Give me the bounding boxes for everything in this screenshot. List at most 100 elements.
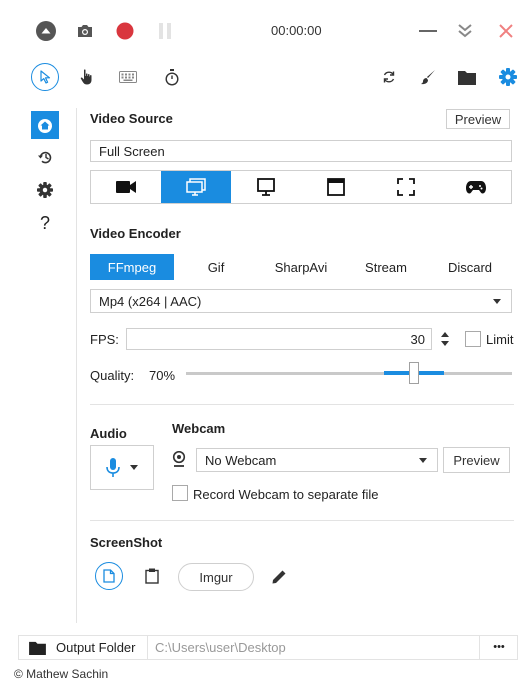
open-folder-button[interactable] (457, 68, 477, 86)
webcam-separate-file-label: Record Webcam to separate file (193, 487, 379, 502)
fps-value: 30 (410, 331, 425, 347)
chevron-double-down-icon (458, 24, 472, 38)
source-camera[interactable] (91, 171, 161, 203)
format-value: Mp4 (x264 | AAC) (99, 293, 202, 309)
sidebar-item-history[interactable] (36, 148, 54, 166)
source-window[interactable] (301, 171, 371, 203)
screenshot-imgur-button[interactable]: Imgur (178, 563, 254, 591)
hand-icon (80, 69, 92, 85)
audio-heading: Audio (90, 426, 127, 441)
audio-source-button[interactable] (90, 445, 154, 490)
tool-keyboard-button[interactable] (118, 70, 138, 84)
fps-label: FPS: (90, 332, 119, 347)
refresh-button[interactable] (380, 68, 398, 86)
quality-value: 70% (149, 368, 176, 383)
stopwatch-icon (165, 68, 179, 86)
close-button[interactable] (496, 21, 516, 41)
quality-slider[interactable] (186, 362, 512, 386)
quality-label: Quality: (90, 368, 135, 383)
encoder-tabs: FFmpeg Gif SharpAvi Stream Discard (90, 254, 512, 280)
section-divider (90, 404, 514, 405)
monitor-icon (257, 178, 275, 196)
video-source-preview-button[interactable]: Preview (446, 109, 510, 129)
camera-icon (116, 181, 136, 193)
webcam-icon-wrap (170, 450, 188, 468)
source-screen[interactable] (161, 171, 231, 203)
section-divider (90, 520, 514, 521)
more-options-button[interactable]: ••• (482, 636, 516, 658)
cursor-icon (40, 70, 51, 84)
webcam-select[interactable]: No Webcam (196, 448, 438, 472)
tool-timer-button[interactable] (163, 67, 181, 87)
collapse-button[interactable] (455, 21, 475, 41)
close-icon (499, 24, 513, 38)
brush-button[interactable] (419, 68, 437, 86)
tool-cursor-button[interactable] (31, 63, 59, 91)
stepper-arrows-icon (441, 332, 449, 346)
chevron-down-icon (419, 457, 427, 463)
video-source-heading: Video Source (90, 111, 173, 126)
camera-icon (78, 25, 92, 37)
screen-icon (186, 178, 206, 196)
sidebar-item-settings[interactable] (36, 181, 54, 199)
source-gamepad[interactable] (441, 171, 511, 203)
webcam-heading: Webcam (172, 421, 226, 436)
screenshot-clipboard-button[interactable] (143, 566, 161, 586)
copyright-text: © Mathew Sachin (14, 667, 109, 681)
gamepad-icon (466, 181, 486, 194)
screenshot-button[interactable] (76, 22, 94, 40)
minimize-to-tray-button[interactable] (36, 21, 56, 41)
sidebar-item-home[interactable] (31, 111, 59, 139)
chevron-down-icon (130, 465, 138, 470)
video-source-selector (90, 170, 512, 204)
screenshot-edit-button[interactable] (270, 567, 288, 585)
webcam-icon (172, 451, 186, 467)
quality-track (186, 372, 512, 375)
source-monitor[interactable] (231, 171, 301, 203)
source-region[interactable] (371, 171, 441, 203)
output-folder-label: Output Folder (56, 640, 136, 655)
fps-input[interactable]: 30 (126, 328, 432, 350)
output-folder-icon-wrap[interactable] (28, 640, 46, 655)
output-folder-path[interactable]: C:\Users\user\Desktop (155, 640, 286, 655)
encoder-tab-gif[interactable]: Gif (174, 254, 258, 280)
fps-limit-label: Limit (486, 332, 514, 347)
refresh-icon (383, 71, 395, 83)
region-icon (397, 178, 415, 196)
minimize-button[interactable] (418, 22, 438, 40)
pause-button[interactable] (156, 22, 174, 40)
record-button[interactable] (116, 22, 134, 40)
encoder-tab-ffmpeg[interactable]: FFmpeg (90, 254, 174, 280)
history-icon (38, 151, 52, 164)
settings-icon (37, 182, 53, 198)
chevron-down-icon (493, 298, 501, 304)
video-source-field[interactable]: Full Screen (90, 140, 512, 162)
encoder-tab-discard[interactable]: Discard (428, 254, 512, 280)
up-arrow-circle-icon (36, 21, 56, 41)
help-icon: ? (39, 212, 50, 233)
webcam-separate-file-checkbox[interactable] (172, 485, 188, 501)
encoder-tab-sharpavi[interactable]: SharpAvi (258, 254, 344, 280)
sidebar-item-help[interactable]: ? (36, 213, 54, 233)
sidebar-divider (76, 108, 77, 623)
folder-icon (458, 70, 476, 85)
record-icon (116, 22, 134, 40)
brush-icon (421, 70, 435, 85)
webcam-value: No Webcam (205, 452, 277, 468)
fps-stepper[interactable] (440, 330, 452, 348)
quality-slider-thumb[interactable] (409, 362, 420, 384)
home-icon (38, 118, 52, 133)
fps-limit-checkbox[interactable] (465, 331, 481, 347)
screenshot-heading: ScreenShot (90, 535, 163, 550)
format-select[interactable]: Mp4 (x264 | AAC) (90, 289, 512, 313)
clipboard-icon (145, 568, 159, 584)
encoder-tab-stream[interactable]: Stream (344, 254, 428, 280)
webcam-preview-button[interactable]: Preview (443, 447, 510, 473)
settings-icon (499, 68, 517, 86)
minimize-icon (419, 30, 437, 32)
tool-hand-button[interactable] (78, 68, 96, 86)
screenshot-save-file-button[interactable] (95, 562, 123, 590)
settings-button[interactable] (498, 67, 518, 87)
file-icon (103, 569, 115, 583)
microphone-icon (106, 457, 120, 477)
